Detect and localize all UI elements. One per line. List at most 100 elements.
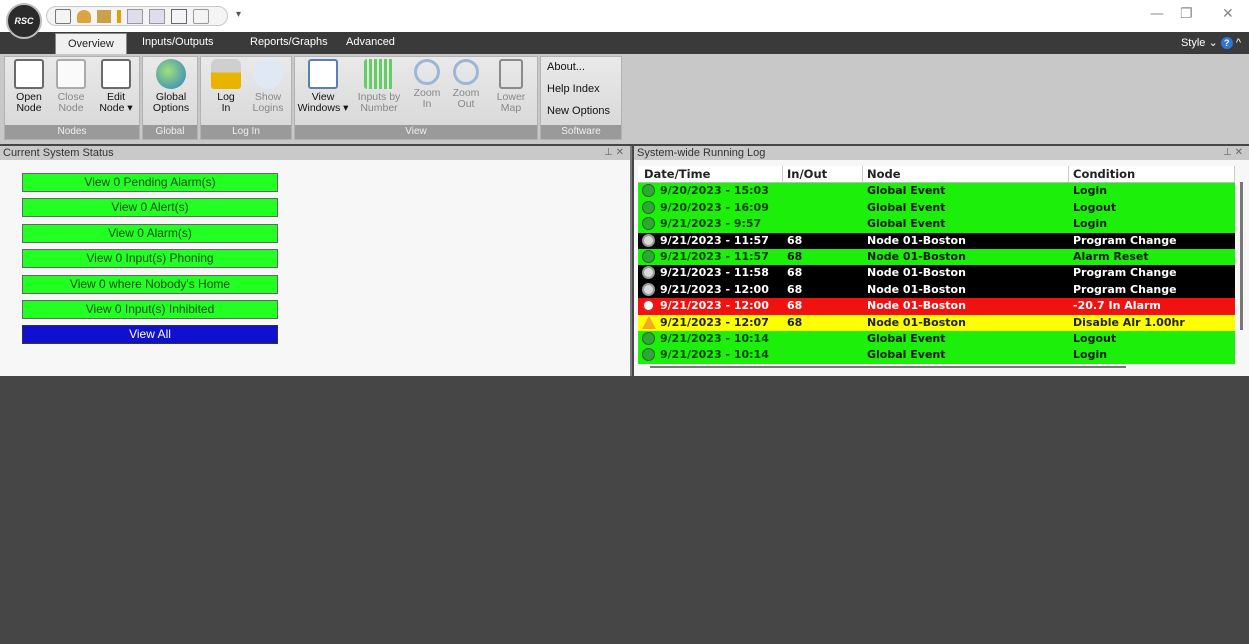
about-button[interactable]: About...	[547, 61, 585, 73]
column-header-condition[interactable]: Condition	[1069, 166, 1235, 183]
users-icon[interactable]	[77, 9, 91, 23]
show-logins-button[interactable]: Show Logins	[247, 59, 289, 114]
datetime-text: 9/21/2023 - 12:07	[660, 315, 769, 329]
chevron-down-icon: ⌄	[1208, 37, 1218, 49]
padlock-icon	[211, 59, 241, 89]
close-node-icon	[56, 59, 86, 89]
check-icon	[642, 331, 655, 345]
tab-inputs-outputs[interactable]: Inputs/Outputs	[142, 36, 214, 48]
lower-map-button[interactable]: Lower Map	[489, 59, 533, 114]
cell-cond: Disable Alr 1.00hr	[1073, 315, 1185, 329]
view-pending-alarms-button[interactable]: View 0 Pending Alarm(s)	[22, 173, 278, 192]
cell-io: 68	[787, 233, 803, 247]
table-row[interactable]: 9/21/2023 - 11:57 68 Node 01-Boston Alarm R…	[638, 248, 1235, 266]
cell-node: Node 01-Boston	[867, 266, 966, 280]
table-row[interactable]: 9/21/2023 - 9:57 Global Event Login	[638, 216, 1235, 233]
window-icon[interactable]	[171, 8, 187, 24]
open-node-button[interactable]: Open Node	[9, 59, 49, 114]
collapse-ribbon-icon[interactable]: ^	[1236, 37, 1241, 49]
zoom-in-button[interactable]: Zoom In	[409, 59, 445, 110]
cell-io	[783, 347, 863, 363]
pin-close-icon[interactable]: ⊥ ✕	[1223, 146, 1243, 160]
zoom-out-icon	[453, 59, 479, 85]
column-header-inout[interactable]: In/Out	[783, 166, 863, 183]
column-header-datetime[interactable]: Date/Time	[638, 166, 783, 183]
table-row[interactable]: 9/21/2023 - 10:14 Global Event Login	[638, 347, 1235, 364]
table-row[interactable]: 9/21/2023 - 12:00 68 Node 01-Boston -20.7 I…	[638, 298, 1235, 315]
table-row[interactable]: 9/21/2023 - 12:07 68 Node 01-Boston Disable…	[638, 314, 1235, 331]
global-options-button[interactable]: Global Options	[147, 59, 195, 114]
cell-node: Node 01-Boston	[867, 233, 966, 247]
view-alerts-button[interactable]: View 0 Alert(s)	[22, 198, 278, 217]
edit-icon[interactable]	[97, 9, 111, 23]
running-log-table[interactable]: Date/Time In/Out Node Condition 9/20/202…	[638, 166, 1235, 364]
table-row[interactable]: 9/20/2023 - 16:09 Global Event Logout	[638, 199, 1235, 217]
tab-overview[interactable]: Overview	[55, 33, 127, 54]
log-in-button[interactable]: Log In	[205, 59, 247, 114]
app-logo-button[interactable]: RSC	[6, 3, 42, 39]
table-row[interactable]: 9/21/2023 - 11:58 68 Node 01-Boston Program…	[638, 265, 1235, 282]
zoom-out-button[interactable]: Zoom Out	[447, 59, 485, 110]
user-network-icon	[253, 59, 283, 89]
datetime-text: 9/21/2023 - 12:00	[660, 299, 769, 313]
panel-header: System-wide Running Log ⊥ ✕	[634, 146, 1249, 160]
tab-reports-graphs[interactable]: Reports/Graphs	[250, 36, 328, 48]
cell-cond: Program Change	[1073, 266, 1177, 280]
map-tree-icon	[499, 59, 523, 89]
ribbon-group-login: Log In Show Logins Log In	[200, 56, 292, 140]
datetime-text: 9/21/2023 - 10:14	[660, 348, 769, 362]
minimize-button[interactable]: —	[1150, 6, 1164, 22]
view-windows-button[interactable]: View Windows ▾	[297, 59, 349, 114]
help-icon[interactable]: ?	[1220, 37, 1233, 49]
zoom-in-icon	[414, 59, 440, 85]
view-inputs-phoning-button[interactable]: View 0 Input(s) Phoning	[22, 249, 278, 268]
quick-access-dropdown-icon[interactable]: ▾	[236, 9, 241, 20]
tab-advanced[interactable]: Advanced	[346, 36, 395, 48]
view-all-button[interactable]: View All	[22, 325, 278, 344]
table-row[interactable]: 9/21/2023 - 10:14 Global Event Logout	[638, 330, 1235, 348]
cell-dt: 9/20/2023 - 16:09	[638, 200, 783, 216]
view-inputs-inhibited-button[interactable]: View 0 Input(s) Inhibited	[22, 300, 278, 319]
cell-dt: 9/21/2023 - 10:14	[638, 347, 783, 363]
view-alarms-button[interactable]: View 0 Alarm(s)	[22, 224, 278, 243]
inputs-by-number-button[interactable]: Inputs by Number	[351, 59, 407, 114]
table-row[interactable]: 9/21/2023 - 12:00 68 Node 01-Boston Program…	[638, 281, 1235, 299]
horizontal-scrollbar[interactable]	[650, 366, 1126, 368]
pdf-icon[interactable]	[193, 8, 209, 24]
cell-node: Global Event	[867, 331, 946, 345]
column-header-node[interactable]: Node	[863, 166, 1069, 183]
add-node-icon[interactable]	[55, 8, 71, 24]
vertical-scrollbar[interactable]	[1240, 182, 1243, 330]
gear-icon	[642, 233, 655, 247]
group-label-nodes: Nodes	[5, 125, 139, 139]
ribbon-tab-bar: Overview Inputs/Outputs Reports/Graphs A…	[0, 32, 1249, 54]
cell-cond: Alarm Reset	[1073, 249, 1149, 263]
group-label-global: Global	[143, 125, 197, 139]
cell-dt: 9/21/2023 - 11:58	[638, 265, 783, 281]
check-icon	[642, 348, 655, 362]
group-label-view: View	[295, 125, 537, 139]
new-options-button[interactable]: New Options	[547, 105, 610, 117]
help-index-button[interactable]: Help Index	[547, 83, 600, 95]
cell-node: Node 01-Boston	[867, 249, 966, 263]
close-node-button[interactable]: Close Node	[51, 59, 91, 114]
style-menu[interactable]: Style ⌄ ? ^	[1181, 36, 1241, 49]
table-header-row: Date/Time In/Out Node Condition	[638, 166, 1235, 184]
cell-dt: 9/21/2023 - 9:57	[638, 216, 783, 232]
table-row[interactable]: 9/20/2023 - 15:03 Global Event Login	[638, 183, 1235, 200]
cell-dt: 9/21/2023 - 12:00	[638, 298, 783, 314]
bar-chart-icon[interactable]	[117, 9, 121, 23]
edit-node-button[interactable]: Edit Node ▾	[95, 59, 137, 114]
cell-cond: Logout	[1073, 200, 1117, 214]
datetime-text: 9/21/2023 - 11:57	[660, 249, 769, 263]
table-row[interactable]: 9/21/2023 - 11:57 68 Node 01-Boston Program…	[638, 232, 1235, 249]
check-icon	[642, 200, 655, 214]
restore-button[interactable]: ❐	[1180, 6, 1193, 22]
close-button[interactable]: ✕	[1222, 6, 1234, 22]
view-nobody-home-button[interactable]: View 0 where Nobody's Home	[22, 275, 278, 294]
pin-close-icon[interactable]: ⊥ ✕	[604, 146, 624, 160]
all-icon[interactable]	[149, 8, 165, 24]
check-icon	[642, 217, 655, 231]
panel-title: System-wide Running Log	[637, 147, 766, 159]
all-avg-icon[interactable]	[127, 8, 143, 24]
